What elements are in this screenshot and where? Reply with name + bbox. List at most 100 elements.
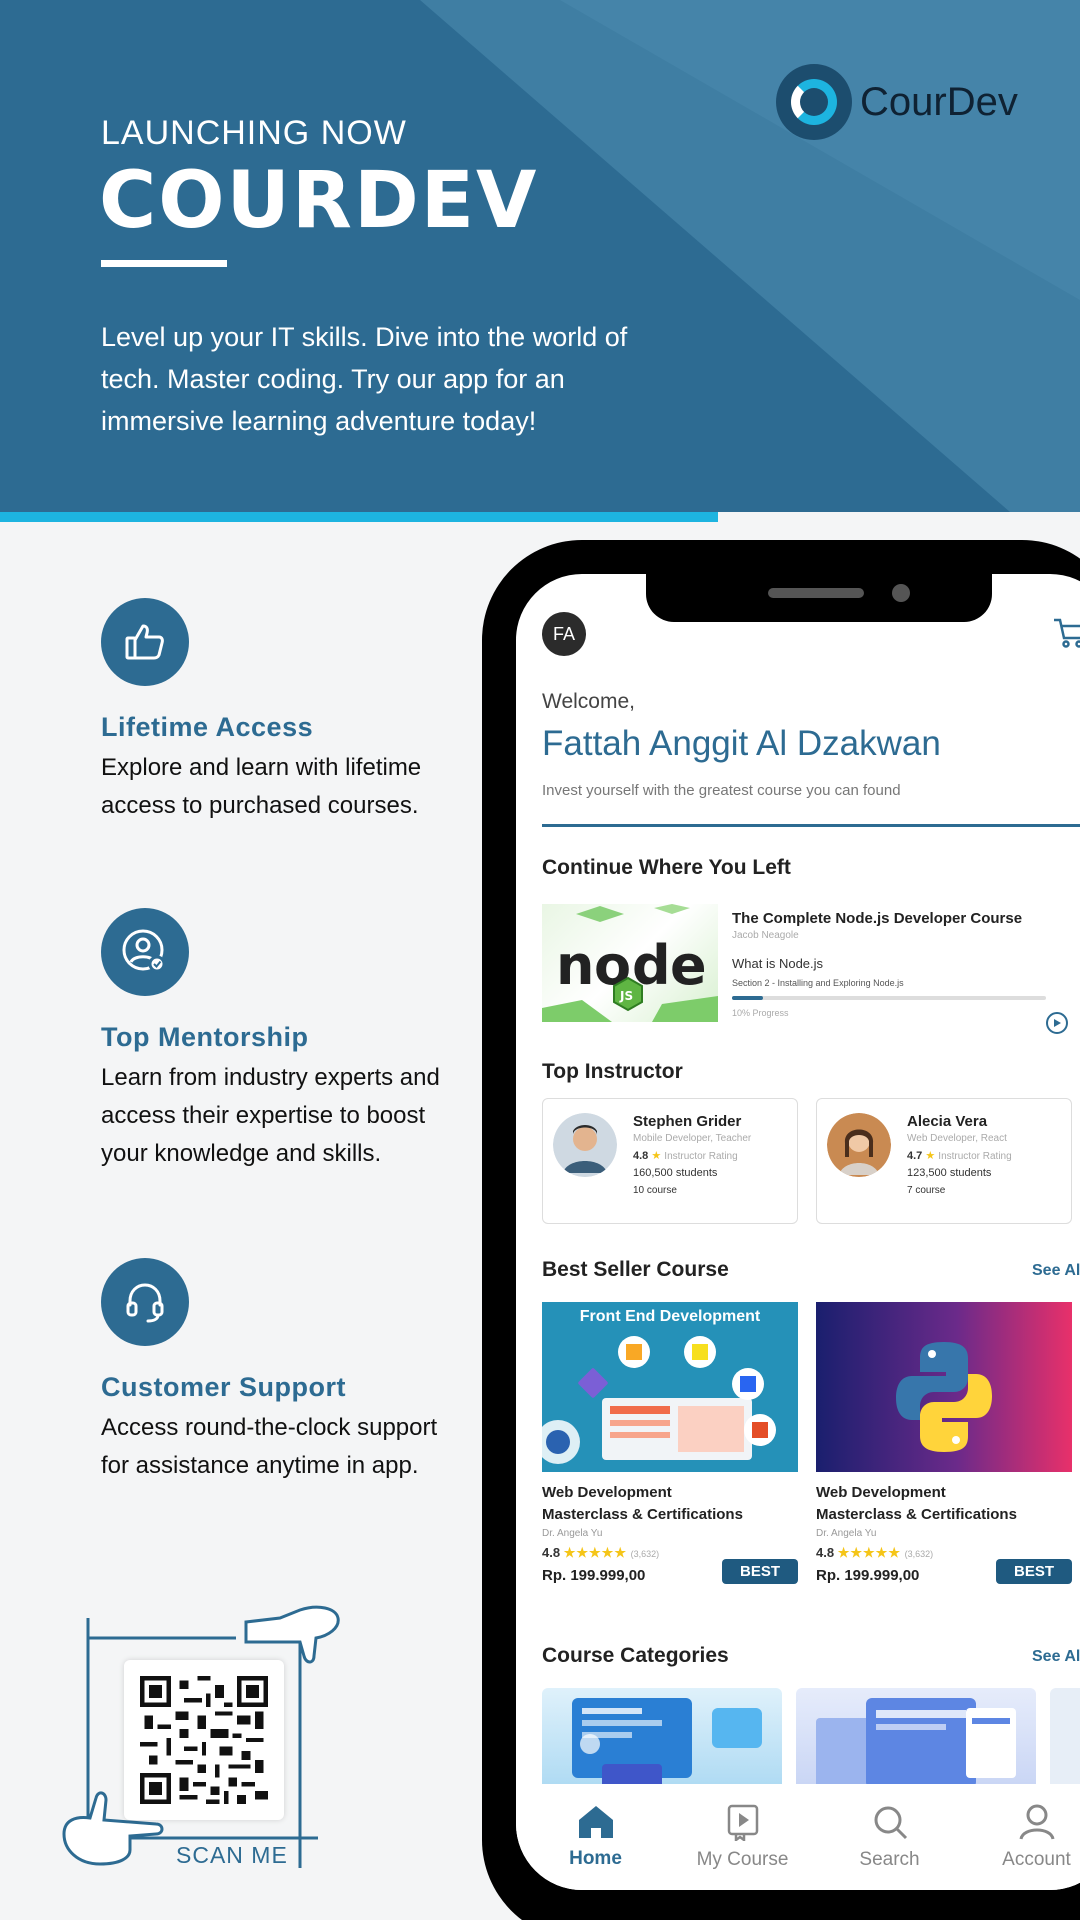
feature-description: Explore and learn with lifetime access t… <box>101 754 422 819</box>
play-book-icon <box>727 1804 758 1841</box>
feature-title: Customer Support <box>101 1372 347 1402</box>
best-seller-see-all-link[interactable]: See All <box>1032 1262 1080 1280</box>
logo-mark-icon <box>776 64 852 140</box>
continue-course-title[interactable]: The Complete Node.js Developer Course <box>732 910 1022 927</box>
progress-bar-fill <box>732 996 764 1000</box>
cart-icon[interactable] <box>1052 616 1080 650</box>
category-card[interactable] <box>542 1688 782 1798</box>
tab-label: My Course <box>696 1849 789 1870</box>
launch-kicker: LAUNCHING NOW <box>101 114 407 152</box>
node-course-thumbnail[interactable]: n o d e JS <box>542 904 718 1022</box>
tab-label: Home <box>569 1848 622 1869</box>
stars-icon: ★★★★★ <box>837 1545 901 1560</box>
categories-see-all-link[interactable]: See All <box>1032 1648 1080 1666</box>
course-title-line: Web Development <box>542 1484 672 1501</box>
feature-title: Lifetime Access <box>101 712 314 742</box>
instructor-rating: 4.7 ★ Instructor Rating <box>907 1149 1012 1162</box>
python-logo-icon <box>896 1342 992 1452</box>
mentor-icon <box>101 908 189 996</box>
feature-description: Learn from industry experts and access t… <box>101 1064 440 1167</box>
header-divider <box>542 824 1080 827</box>
tab-my-course[interactable]: My Course <box>678 1803 808 1871</box>
course-card[interactable]: Web Development Masterclass & Certificat… <box>816 1302 1072 1584</box>
hero-banner: LAUNCHING NOW COURDEV Level up your IT s… <box>0 0 1080 512</box>
instructor-courses: 10 course <box>633 1185 677 1196</box>
course-author: Dr. Angela Yu <box>816 1528 877 1539</box>
course-title-line: Web Development <box>816 1484 946 1501</box>
review-count: (3,632) <box>904 1549 934 1559</box>
best-badge: BEST <box>721 1559 798 1584</box>
title-underline <box>101 260 227 267</box>
category-card[interactable] <box>1050 1688 1080 1798</box>
instructor-students: 160,500 students <box>633 1167 718 1179</box>
stars-icon: ★★★★★ <box>563 1545 627 1560</box>
search-icon <box>874 1806 907 1840</box>
instructor-card[interactable]: Alecia Vera Web Developer, React 4.7 ★ I… <box>816 1098 1072 1224</box>
progress-label: 10% Progress <box>732 1008 789 1018</box>
instructor-role: Mobile Developer, Teacher <box>633 1133 752 1144</box>
instructor-role: Web Developer, React <box>907 1133 1007 1144</box>
star-icon: ★ <box>925 1150 936 1162</box>
bottom-tab-bar: Home My Course Search Account <box>516 1784 1080 1890</box>
best-badge: BEST <box>995 1559 1072 1584</box>
category-card[interactable] <box>796 1688 1036 1798</box>
continue-section: Section 2 - Installing and Exploring Nod… <box>732 978 904 988</box>
rating-label: Instructor Rating <box>664 1151 738 1162</box>
feature-customer-support: Customer Support Access round-the-clock … <box>101 1258 461 1485</box>
qr-code[interactable] <box>124 1660 284 1820</box>
course-title: Web Development Masterclass & Certificat… <box>816 1482 1072 1526</box>
continue-course-author: Jacob Neagole <box>732 930 799 941</box>
welcome-label: Welcome, <box>542 690 635 713</box>
courdev-logo: CourDev <box>776 64 1018 140</box>
course-author: Dr. Angela Yu <box>542 1528 603 1539</box>
tab-account[interactable]: Account <box>972 1803 1080 1871</box>
scan-me-label: SCAN ME <box>176 1842 288 1868</box>
course-title-line: Masterclass & Certifications <box>542 1506 743 1523</box>
review-count: (3,632) <box>630 1549 660 1559</box>
tab-search[interactable]: Search <box>825 1803 955 1871</box>
phone-speaker <box>768 588 864 598</box>
course-title-line: Masterclass & Certifications <box>816 1506 1017 1523</box>
phone-camera <box>892 584 910 602</box>
front-end-course-thumbnail: Front End Development <box>542 1302 798 1472</box>
python-course-thumbnail <box>816 1302 1072 1472</box>
instructor-photo <box>827 1113 891 1177</box>
continue-heading: Continue Where You Left <box>542 856 791 879</box>
instructor-rating: 4.8 ★ Instructor Rating <box>633 1149 738 1162</box>
instructor-card[interactable]: Stephen Grider Mobile Developer, Teacher… <box>542 1098 798 1224</box>
svg-text:n: n <box>556 934 594 997</box>
feature-top-mentorship: Top Mentorship Learn from industry exper… <box>101 908 461 1173</box>
phone-notch <box>646 574 992 622</box>
rating-value: 4.8 <box>542 1545 561 1560</box>
tab-label: Account <box>1002 1849 1071 1870</box>
avatar[interactable]: FA <box>542 612 586 656</box>
feature-description: Access round-the-clock support for assis… <box>101 1414 438 1479</box>
categories-heading: Course Categories <box>542 1644 729 1667</box>
thumbs-up-icon <box>101 598 189 686</box>
instructor-name: Stephen Grider <box>633 1113 742 1130</box>
headset-icon <box>101 1258 189 1346</box>
rating-value: 4.8 <box>633 1150 649 1162</box>
user-icon <box>1019 1804 1054 1840</box>
tab-home[interactable]: Home <box>531 1804 661 1870</box>
welcome-subtitle: Invest yourself with the greatest course… <box>542 782 901 799</box>
play-icon[interactable] <box>1046 1012 1068 1034</box>
logo-text: CourDev <box>860 79 1018 124</box>
tagline: Level up your IT skills. Dive into the w… <box>101 322 628 436</box>
user-name: Fattah Anggit Al Dzakwan <box>542 724 941 763</box>
svg-text:e: e <box>670 934 707 997</box>
instructor-photo <box>553 1113 617 1177</box>
course-title: Web Development Masterclass & Certificat… <box>542 1482 798 1526</box>
feature-lifetime-access: Lifetime Access Explore and learn with l… <box>101 598 461 825</box>
rating-label: Instructor Rating <box>938 1151 1012 1162</box>
instructor-students: 123,500 students <box>907 1167 992 1179</box>
instructor-courses: 7 course <box>907 1185 946 1196</box>
svg-text:JS: JS <box>619 989 633 1003</box>
course-card[interactable]: Front End Development Web Development Ma… <box>542 1302 798 1584</box>
app-screen: FA Welcome, Fattah Anggit Al Dzakwan Inv… <box>516 574 1080 1890</box>
best-seller-heading: Best Seller Course <box>542 1258 729 1281</box>
rating-value: 4.7 <box>907 1150 923 1162</box>
instructor-heading: Top Instructor <box>542 1060 683 1083</box>
home-icon <box>578 1806 613 1838</box>
qr-code-icon <box>140 1676 268 1804</box>
